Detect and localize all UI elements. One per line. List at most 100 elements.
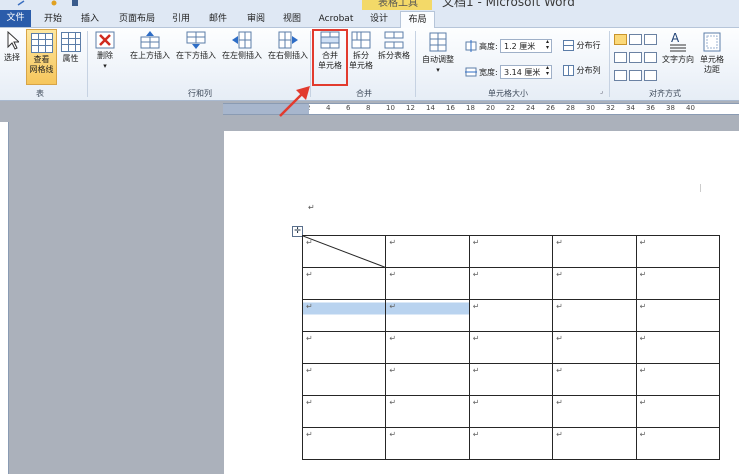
vertical-ruler[interactable]: [0, 122, 9, 474]
cell-paragraph-mark: ↵: [556, 430, 563, 439]
table-cell[interactable]: ↵: [385, 363, 470, 396]
table-cell[interactable]: ↵: [301, 363, 387, 396]
view-gridlines-button[interactable]: 查看 网格线: [26, 29, 57, 85]
table-cell[interactable]: ↵: [635, 395, 721, 428]
tab-insert[interactable]: 插入: [74, 11, 106, 27]
table-cell[interactable]: ↵: [552, 427, 637, 460]
cell-paragraph-mark: ↵: [472, 366, 480, 375]
ruler-tick-label: 8: [366, 104, 371, 112]
group-divider: [87, 31, 88, 97]
delete-button[interactable]: 删除 ▾: [92, 31, 118, 71]
distribute-rows-icon: [563, 40, 574, 51]
split-cells-button[interactable]: 拆分 单元格: [347, 31, 375, 71]
column-width-input[interactable]: 3.14 厘米: [500, 65, 552, 79]
cell-paragraph-mark: ↵: [639, 366, 647, 375]
align-bottom-right-icon[interactable]: [644, 70, 657, 81]
dialog-launcher-icon[interactable]: ⌟: [600, 87, 603, 95]
table-cell[interactable]: ↵: [468, 427, 554, 460]
table-cell[interactable]: ↵: [635, 235, 721, 268]
ribbon-tab-bar: 文件 开始 插入 页面布局 引用 邮件 审阅 视图 Acrobat 设计 布局: [0, 10, 739, 29]
insert-below-button[interactable]: 在下方插入: [173, 31, 219, 61]
table-cell[interactable]: ↵: [552, 363, 637, 396]
redo-icon: [51, 0, 57, 6]
distribute-rows-button[interactable]: 分布行: [563, 40, 601, 51]
table-cell[interactable]: ↵: [301, 235, 387, 268]
select-button[interactable]: 选择: [1, 31, 23, 63]
table-cell[interactable]: ↵: [301, 267, 387, 300]
tab-design[interactable]: 设计: [364, 11, 394, 27]
table-cell[interactable]: ↵: [301, 427, 387, 460]
table-cell[interactable]: ↵: [552, 331, 637, 364]
table-cell[interactable]: ↵: [635, 299, 721, 332]
insert-right-button[interactable]: 在右侧插入: [265, 31, 311, 61]
crop-mark-left: [290, 184, 298, 192]
view-gridlines-label: 查看 网格线: [29, 55, 54, 74]
table-cell[interactable]: ↵: [385, 427, 470, 460]
width-spinner-arrows[interactable]: ▴ ▾: [546, 65, 549, 77]
table-cell[interactable]: ↵: [385, 331, 470, 364]
table-cell[interactable]: ↵: [385, 395, 470, 428]
table-cell[interactable]: ↵: [635, 267, 721, 300]
table-cell[interactable]: ↵: [301, 299, 387, 332]
tab-acrobat[interactable]: Acrobat: [315, 11, 357, 27]
split-table-button[interactable]: 拆分表格: [376, 31, 412, 61]
autofit-button[interactable]: 自动调整 ▾: [420, 31, 456, 75]
align-top-right-icon[interactable]: [644, 34, 657, 45]
table-cell[interactable]: ↵: [468, 299, 554, 332]
cell-paragraph-mark: ↵: [306, 334, 313, 343]
table-cell[interactable]: ↵: [468, 395, 554, 428]
table-cell[interactable]: ↵: [635, 363, 721, 396]
table-cell[interactable]: ↵: [468, 235, 554, 268]
column-width-icon: [465, 67, 477, 77]
align-top-center-icon[interactable]: [629, 34, 642, 45]
cell-margins-button[interactable]: 单元格 边距: [697, 31, 727, 75]
tab-page-layout[interactable]: 页面布局: [113, 11, 161, 27]
ribbon: 选择 查看 网格线 属性 表 删除 ▾ 在上方插入 在下方插入 在左侧插入 在右…: [0, 28, 739, 101]
text-direction-button[interactable]: A 文字方向: [660, 31, 696, 65]
table-cell[interactable]: ↵: [552, 235, 637, 268]
table-cell[interactable]: ↵: [635, 427, 721, 460]
document-table[interactable]: ↵ ↵ ↵ ↵ ↵ ↵ ↵ ↵ ↵ ↵ ↵ ↵ ↵ ↵ ↵ ↵ ↵ ↵ ↵ ↵ ↵ ↵ ↵ ↵ ↵ ↵ ↵ ↵ ↵ ↵ ↵ ↵ ↵ ↵ ↵: [301, 235, 721, 460]
group-label-cell-size: 单元格大小: [488, 89, 528, 98]
table-cell[interactable]: ↵: [301, 331, 387, 364]
insert-left-label: 在左侧插入: [222, 51, 262, 60]
tab-home[interactable]: 开始: [37, 11, 69, 27]
insert-above-label: 在上方插入: [130, 51, 170, 60]
align-bottom-center-icon[interactable]: [629, 70, 642, 81]
table-cell[interactable]: ↵: [385, 299, 470, 332]
table-row: ↵ ↵ ↵ ↵ ↵: [301, 331, 721, 364]
table-cell[interactable]: ↵: [301, 395, 387, 428]
table-cell[interactable]: ↵: [385, 267, 470, 300]
properties-button[interactable]: 属性: [58, 29, 83, 64]
quick-access-toolbar[interactable]: [14, 0, 84, 6]
align-middle-right-icon[interactable]: [644, 52, 657, 63]
table-cell[interactable]: ↵: [552, 395, 637, 428]
table-cell[interactable]: ↵: [635, 331, 721, 364]
table-cell[interactable]: ↵: [468, 363, 554, 396]
table-cell[interactable]: ↵: [552, 267, 637, 300]
table-cell[interactable]: ↵: [385, 235, 470, 268]
group-label-alignment: 对齐方式: [649, 89, 681, 98]
tab-file[interactable]: 文件: [0, 10, 31, 27]
width-label: 宽度:: [479, 68, 498, 77]
align-center-icon[interactable]: [629, 52, 642, 63]
tab-review[interactable]: 审阅: [240, 11, 272, 27]
tab-layout[interactable]: 布局: [400, 11, 435, 29]
align-top-left-icon[interactable]: [614, 34, 627, 45]
insert-right-label: 在右侧插入: [268, 51, 308, 60]
table-cell[interactable]: ↵: [468, 331, 554, 364]
align-bottom-left-icon[interactable]: [614, 70, 627, 81]
table-cell[interactable]: ↵: [468, 267, 554, 300]
insert-above-button[interactable]: 在上方插入: [127, 31, 173, 61]
row-height-input[interactable]: 1.2 厘米: [500, 39, 552, 53]
table-cell[interactable]: ↵: [552, 299, 637, 332]
tab-view[interactable]: 视图: [276, 11, 308, 27]
align-middle-left-icon[interactable]: [614, 52, 627, 63]
tab-references[interactable]: 引用: [165, 11, 197, 27]
height-spinner-arrows[interactable]: ▴ ▾: [546, 39, 549, 51]
delete-label: 删除: [97, 51, 113, 60]
tab-mailings[interactable]: 邮件: [202, 11, 234, 27]
insert-below-label: 在下方插入: [176, 51, 216, 60]
insert-left-button[interactable]: 在左侧插入: [219, 31, 265, 61]
distribute-cols-button[interactable]: 分布列: [563, 65, 601, 76]
